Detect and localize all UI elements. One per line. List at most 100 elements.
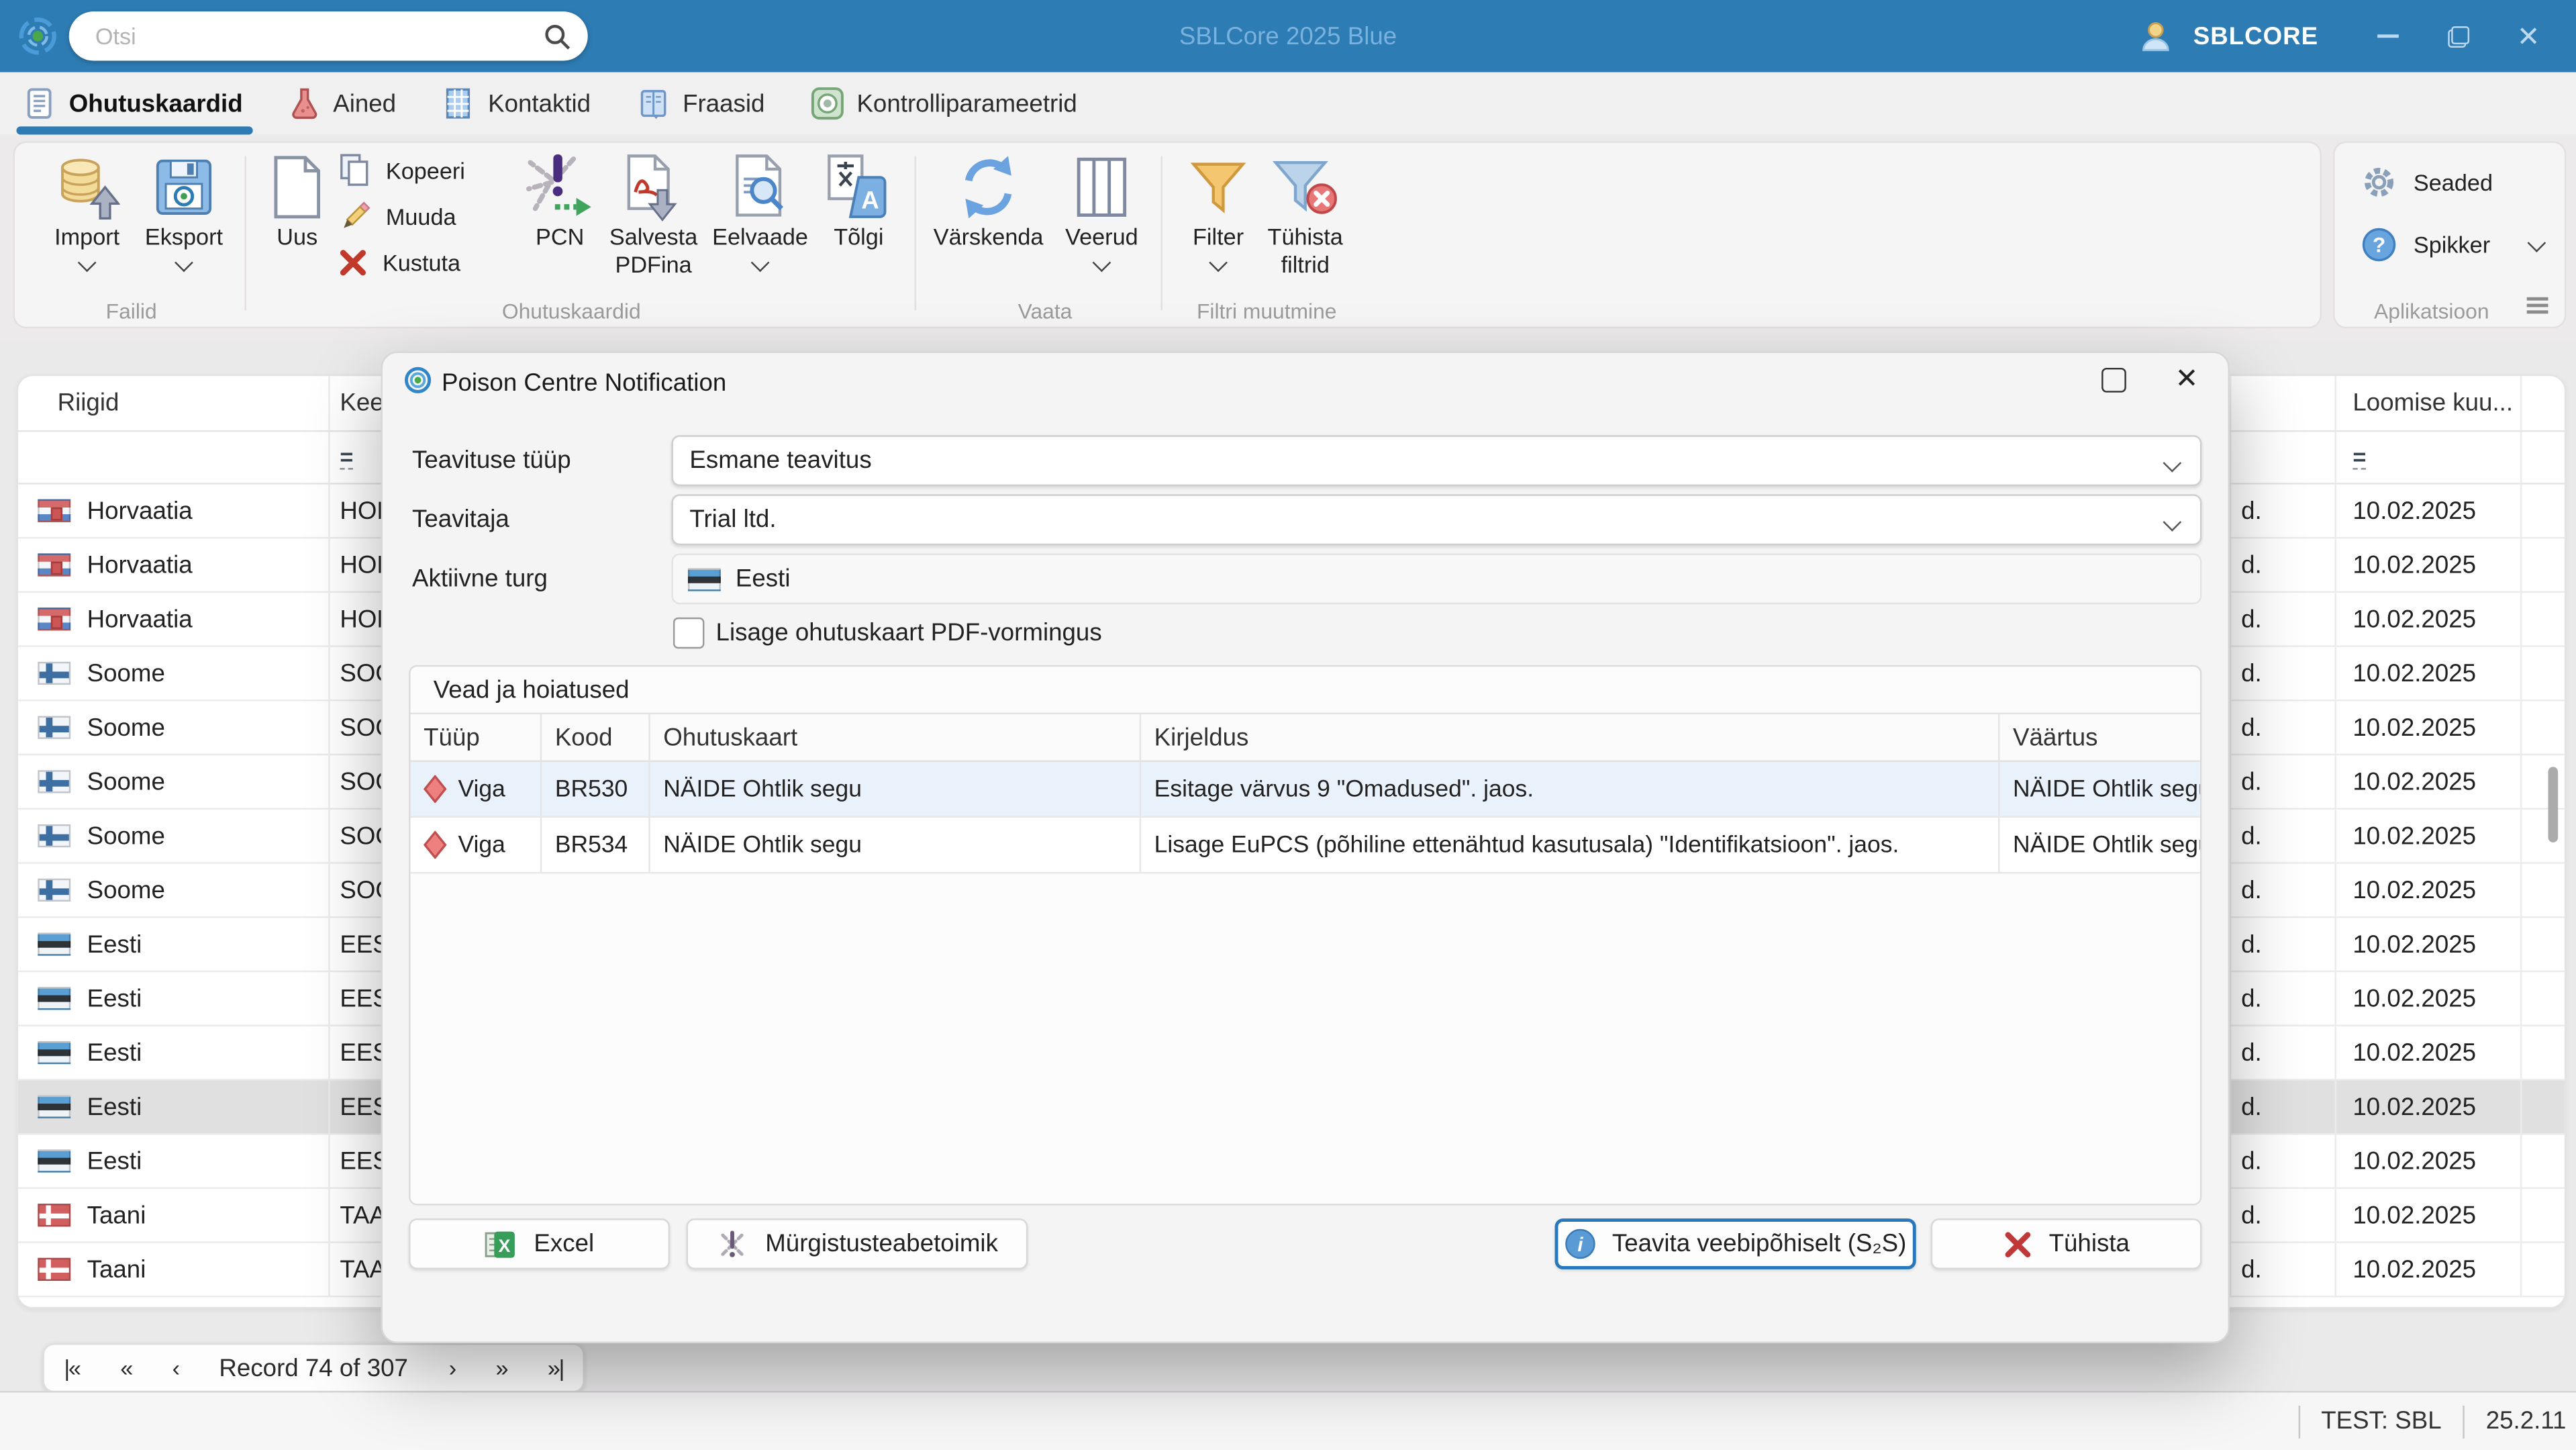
import-button[interactable]: Import: [33, 151, 141, 273]
chevron-down-icon: [77, 253, 97, 273]
search-input[interactable]: [91, 21, 544, 51]
error-diamond-icon: [424, 775, 447, 804]
kustuta-button[interactable]: Kustuta: [338, 242, 465, 283]
active-tab-indicator: [16, 126, 253, 135]
target-icon: [811, 87, 844, 120]
account-name[interactable]: SBLCORE: [2193, 22, 2318, 50]
chevron-down-icon: [1209, 253, 1228, 273]
dialog-maximize-button[interactable]: [2101, 367, 2126, 393]
group-label-filtri-muutmine: Filtri muutmine: [1196, 299, 1337, 324]
err-col-ohutuskaart[interactable]: Ohutuskaart: [650, 714, 1142, 761]
pcn-notify-icon: [526, 151, 595, 224]
group-label-ohutuskaardid: Ohutuskaardid: [501, 299, 641, 324]
err-col-kirjeldus[interactable]: Kirjeldus: [1141, 714, 2000, 761]
tolgi-button[interactable]: A Tõlgi: [805, 151, 913, 251]
tuhista-filtrid-button[interactable]: Tühista filtrid: [1251, 151, 1359, 279]
next-record-button[interactable]: ›: [449, 1355, 456, 1381]
vertical-scrollbar-thumb[interactable]: [2548, 767, 2559, 842]
minimize-button[interactable]: [2363, 11, 2412, 60]
chevron-down-icon: [1092, 253, 1111, 273]
filter-cell-riigid[interactable]: [18, 432, 330, 483]
next-page-button[interactable]: »: [495, 1355, 508, 1381]
translate-icon: A: [826, 151, 891, 224]
muuda-button[interactable]: Muuda: [338, 195, 465, 236]
country-flag-icon: [38, 824, 71, 848]
menu-icon[interactable]: [2526, 294, 2548, 318]
chevron-down-icon: [175, 253, 193, 273]
pcn-dialog: Poison Centre Notification ✕ Teavituse t…: [381, 351, 2230, 1343]
estonia-flag-icon: [687, 567, 721, 591]
svg-text:X: X: [499, 1235, 511, 1255]
prev-record-button[interactable]: ‹: [172, 1355, 180, 1381]
excel-button[interactable]: X Excel: [409, 1218, 671, 1269]
country-flag-icon: [38, 987, 71, 1010]
country-flag-icon: [38, 878, 71, 902]
teavitaja-select[interactable]: Trial ltd.: [671, 494, 2202, 546]
tab-fraasid[interactable]: Fraasid: [637, 72, 764, 135]
country-flag-icon: [38, 932, 71, 956]
veerud-button[interactable]: Veerud: [1048, 151, 1156, 273]
version-label: 25.2.11: [2485, 1407, 2567, 1435]
excel-icon: X: [485, 1230, 515, 1257]
country-flag-icon: [38, 1204, 71, 1227]
tab-kontrolliparameetrid[interactable]: Kontrolliparameetrid: [811, 72, 1077, 135]
svg-text:A: A: [861, 187, 879, 214]
filter-cell-hidden[interactable]: [2231, 432, 2336, 483]
eksport-button[interactable]: Eksport: [130, 151, 238, 273]
errors-groupbox: Vead ja hoiatused Tüüp Kood Ohutuskaart …: [409, 665, 2202, 1206]
country-flag-icon: [38, 608, 71, 631]
maximize-button[interactable]: [2433, 11, 2482, 60]
varskenda-button[interactable]: Värskenda: [934, 151, 1043, 251]
ribbon-main-card: Import Eksport Failid Uus Kopeeri Muuda …: [13, 141, 2322, 329]
last-record-button[interactable]: »|: [548, 1355, 565, 1381]
close-button[interactable]: ✕: [2504, 11, 2553, 60]
first-record-button[interactable]: |«: [64, 1355, 81, 1381]
tab-ohutuskaardid[interactable]: Ohutuskaardid: [16, 72, 253, 135]
murgistusteabetoimik-button[interactable]: Mürgistusteabetoimik: [686, 1218, 1028, 1269]
filter-funnel-icon: [1185, 151, 1251, 224]
delete-x-icon: [340, 249, 366, 275]
ribbon-app-card: Seaded ? Spikker Aplikatsioon: [2333, 141, 2567, 329]
err-col-tuup[interactable]: Tüüp: [411, 714, 542, 761]
column-header-loomise[interactable]: Loomise kuu...: [2336, 376, 2522, 430]
eelvaade-button[interactable]: Eelvaade: [706, 151, 814, 273]
pencil-icon: [344, 201, 370, 228]
prev-page-button[interactable]: «: [120, 1355, 133, 1381]
uus-button[interactable]: Uus: [243, 151, 351, 251]
error-row[interactable]: Viga BR530 NÄIDE Ohtlik segu Esitage vär…: [410, 762, 2200, 818]
tab-kontaktid[interactable]: Kontaktid: [442, 72, 591, 135]
record-navigator: |« « ‹ Record 74 of 307 › » »|: [42, 1343, 585, 1393]
pdf-checkbox-label: Lisage ohutuskaart PDF-vormingus: [715, 619, 1102, 647]
svg-text:i: i: [1577, 1234, 1583, 1256]
seaded-button[interactable]: Seaded: [2361, 164, 2493, 201]
group-label-vaata: Vaata: [1018, 299, 1073, 324]
chevron-down-icon: [2526, 234, 2546, 252]
kopeeri-button[interactable]: Kopeeri: [338, 150, 465, 191]
info-icon: i: [1565, 1228, 1595, 1259]
spikker-button[interactable]: ? Spikker: [2361, 227, 2546, 263]
err-col-vaartus[interactable]: Väärtus: [1999, 714, 2199, 760]
preview-icon: [731, 151, 790, 224]
dialog-close-button[interactable]: ✕: [2175, 363, 2199, 396]
tox-dossier-icon: [719, 1230, 746, 1257]
chevron-down-icon: [2163, 453, 2182, 473]
flask-icon: [291, 88, 317, 119]
user-avatar-icon[interactable]: [2139, 19, 2172, 52]
filter-cell-loomise[interactable]: =: [2336, 432, 2522, 483]
chevron-down-icon: [2163, 513, 2182, 532]
errors-group-label: Vead ja hoiatused: [433, 676, 630, 705]
datasheet-icon: [27, 88, 52, 119]
search-icon[interactable]: [544, 22, 572, 50]
pcn-button[interactable]: PCN: [505, 151, 613, 251]
cancel-button[interactable]: Tühista: [1930, 1218, 2202, 1269]
notify-online-button[interactable]: i Teavita veebipõhiselt (S₂S): [1554, 1218, 1916, 1269]
err-col-kood[interactable]: Kood: [542, 714, 650, 761]
column-header-hidden[interactable]: [2231, 376, 2336, 430]
pdf-checkbox[interactable]: [673, 617, 705, 649]
country-flag-icon: [38, 1257, 71, 1282]
salvesta-pdfina-button[interactable]: Salvesta PDFina: [599, 151, 707, 279]
error-row[interactable]: Viga BR534 NÄIDE Ohtlik segu Lisage EuPC…: [410, 818, 2200, 874]
teavituse-tuup-select[interactable]: Esmane teavitus: [671, 435, 2202, 487]
column-header-riigid[interactable]: Riigid: [18, 376, 330, 430]
tab-ained[interactable]: Ained: [289, 72, 396, 135]
